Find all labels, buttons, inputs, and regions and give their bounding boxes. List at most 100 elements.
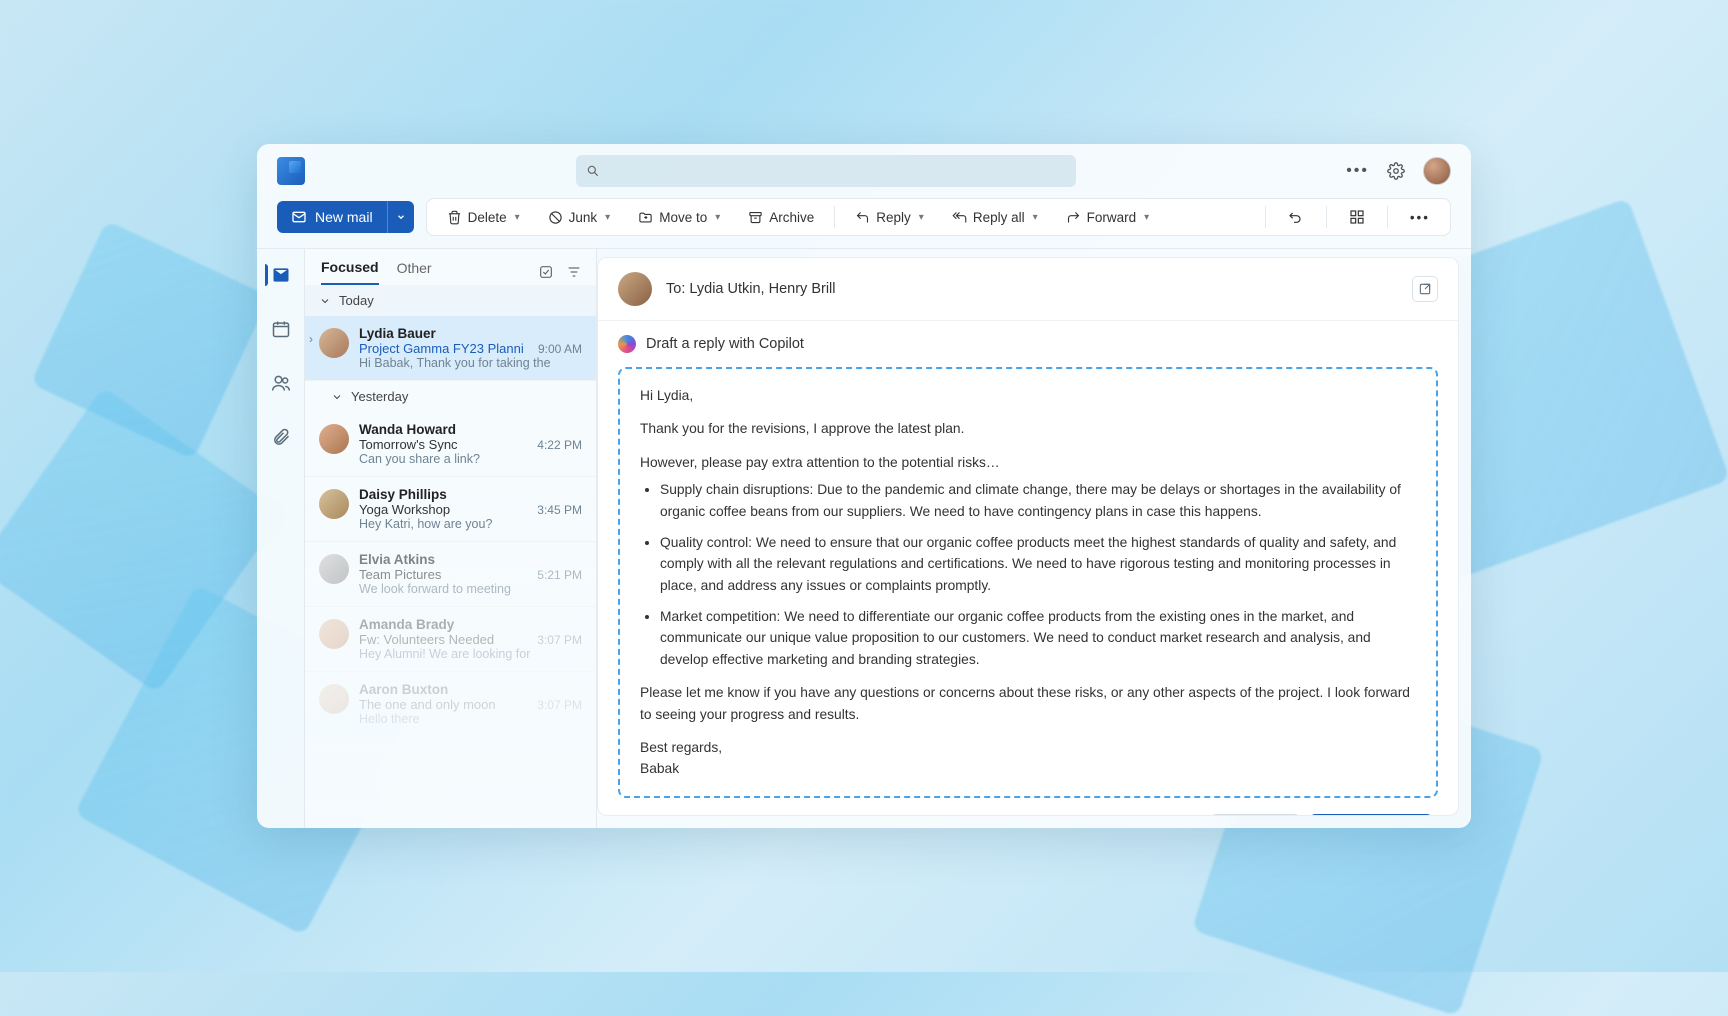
reply-label: Reply xyxy=(876,210,911,225)
message-sender: Amanda Brady xyxy=(359,617,582,632)
forward-label: Forward xyxy=(1087,210,1137,225)
message-subject: Fw: Volunteers Needed xyxy=(359,632,531,647)
closing-text: Best regards, xyxy=(640,740,722,755)
chevron-down-icon: ▾ xyxy=(515,212,520,223)
tab-other[interactable]: Other xyxy=(397,260,432,284)
draft-paragraph: However, please pay extra attention to t… xyxy=(640,452,1416,473)
message-sender: Wanda Howard xyxy=(359,422,582,437)
search-icon xyxy=(586,164,600,178)
draft-greeting: Hi Lydia, xyxy=(640,385,1416,406)
attachment-icon xyxy=(271,427,291,447)
chevron-down-icon: ▾ xyxy=(715,212,720,223)
copilot-icon xyxy=(618,335,636,353)
group-today[interactable]: Today xyxy=(305,285,596,316)
rail-files[interactable] xyxy=(265,421,297,453)
archive-button[interactable]: Archive xyxy=(736,204,826,231)
tab-focused[interactable]: Focused xyxy=(321,259,379,285)
avatar xyxy=(319,619,349,649)
message-item[interactable]: Aaron Buxton The one and only moon 3:07 … xyxy=(305,672,596,736)
message-item[interactable]: Wanda Howard Tomorrow's Sync 4:22 PM Can… xyxy=(305,412,596,477)
message-item[interactable]: Lydia Bauer Project Gamma FY23 Planni 9:… xyxy=(305,316,596,381)
group-yesterday-label: Yesterday xyxy=(351,389,408,404)
move-to-label: Move to xyxy=(659,210,707,225)
message-sender: Elvia Atkins xyxy=(359,552,582,567)
draft-bullet: Supply chain disruptions: Due to the pan… xyxy=(660,479,1416,522)
draft-box[interactable]: Hi Lydia, Thank you for the revisions, I… xyxy=(618,367,1438,798)
message-preview: Hi Babak, Thank you for taking the xyxy=(359,356,582,370)
mail-icon xyxy=(291,209,307,225)
apps-button[interactable] xyxy=(1337,203,1377,231)
separator xyxy=(1265,206,1266,228)
main-area: Focused Other Today Lydia Bau xyxy=(257,248,1471,828)
message-item[interactable]: Elvia Atkins Team Pictures 5:21 PM We lo… xyxy=(305,542,596,607)
undo-icon xyxy=(1288,209,1304,225)
tabs-actions xyxy=(538,264,582,280)
rail-mail[interactable] xyxy=(265,259,297,291)
new-mail-label: New mail xyxy=(315,209,373,225)
more-icon[interactable]: ••• xyxy=(1346,162,1369,180)
message-preview: Hello there xyxy=(359,712,582,726)
reply-button[interactable]: Reply ▾ xyxy=(843,204,936,231)
message-subject: Project Gamma FY23 Planni xyxy=(359,341,532,356)
inbox-tabs: Focused Other xyxy=(305,249,596,285)
rail-calendar[interactable] xyxy=(265,313,297,345)
message-sender: Daisy Phillips xyxy=(359,487,582,502)
search-input[interactable] xyxy=(576,155,1076,187)
avatar xyxy=(319,554,349,584)
draft-paragraph: Please let me know if you have any quest… xyxy=(640,682,1416,725)
message-preview: Can you share a link? xyxy=(359,452,582,466)
draft-bullet: Market competition: We need to different… xyxy=(660,606,1416,670)
chevron-down-icon xyxy=(319,295,331,307)
popout-icon xyxy=(1418,282,1432,296)
message-time: 3:07 PM xyxy=(537,698,582,712)
message-subject: Yoga Workshop xyxy=(359,502,531,517)
archive-icon xyxy=(748,210,763,225)
junk-button[interactable]: Junk ▾ xyxy=(536,204,623,231)
block-icon xyxy=(548,210,563,225)
avatar xyxy=(319,489,349,519)
forward-icon xyxy=(1066,210,1081,225)
command-bar: Delete ▾ Junk ▾ Move to ▾ Archive Reply xyxy=(426,198,1451,236)
copilot-label: Draft a reply with Copilot xyxy=(646,336,804,352)
undo-button[interactable] xyxy=(1276,203,1316,231)
new-mail-button[interactable]: New mail xyxy=(277,201,387,233)
message-item[interactable]: Amanda Brady Fw: Volunteers Needed 3:07 … xyxy=(305,607,596,672)
new-mail-dropdown[interactable] xyxy=(387,201,414,233)
adjust-button[interactable]: Adjust xyxy=(1211,814,1300,816)
chevron-down-icon xyxy=(331,391,343,403)
message-preview: Hey Alumni! We are looking for xyxy=(359,647,582,661)
reply-all-button[interactable]: Reply all ▾ xyxy=(940,204,1050,231)
overflow-button[interactable]: ••• xyxy=(1398,204,1442,231)
profile-avatar[interactable] xyxy=(1423,157,1451,185)
message-item[interactable]: Daisy Phillips Yoga Workshop 3:45 PM Hey… xyxy=(305,477,596,542)
separator xyxy=(834,206,835,228)
chevron-down-icon: ▾ xyxy=(919,212,924,223)
calendar-icon xyxy=(271,319,291,339)
avatar xyxy=(319,684,349,714)
command-bar-right: ••• xyxy=(1261,203,1442,231)
message-body: Lydia Bauer Project Gamma FY23 Planni 9:… xyxy=(359,326,582,370)
separator xyxy=(1326,206,1327,228)
rail-people[interactable] xyxy=(265,367,297,399)
group-yesterday[interactable]: Yesterday xyxy=(305,381,596,412)
create-draft-button[interactable]: Create draft xyxy=(1310,814,1432,816)
message-time: 5:21 PM xyxy=(537,568,582,582)
apps-icon xyxy=(1349,209,1365,225)
settings-icon[interactable] xyxy=(1387,162,1405,180)
move-to-button[interactable]: Move to ▾ xyxy=(626,204,732,231)
message-preview: Hey Katri, how are you? xyxy=(359,517,582,531)
trash-icon xyxy=(447,210,462,225)
people-icon xyxy=(271,373,291,393)
signature-text: Babak xyxy=(640,761,679,776)
filter-icon[interactable] xyxy=(566,264,582,280)
message-time: 3:07 PM xyxy=(537,633,582,647)
app-logo-icon xyxy=(277,157,305,185)
pane-header: To: Lydia Utkin, Henry Brill xyxy=(598,258,1458,321)
reply-all-icon xyxy=(952,210,967,225)
select-icon[interactable] xyxy=(538,264,554,280)
title-bar: ••• xyxy=(257,144,1471,198)
delete-button[interactable]: Delete ▾ xyxy=(435,204,532,231)
message-list: Focused Other Today Lydia Bau xyxy=(305,249,597,828)
forward-button[interactable]: Forward ▾ xyxy=(1054,204,1162,231)
expand-button[interactable] xyxy=(1412,276,1438,302)
